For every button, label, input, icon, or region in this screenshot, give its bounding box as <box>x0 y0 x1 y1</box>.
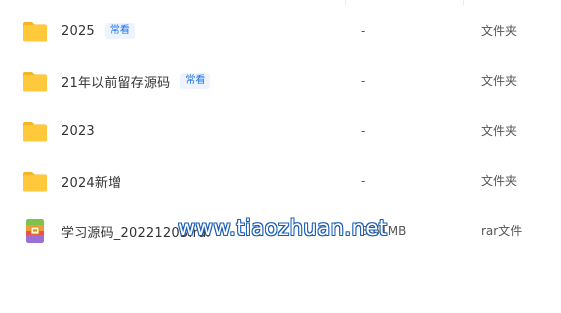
file-name: 2024新增 <box>61 175 122 191</box>
folder-icon <box>23 172 47 192</box>
frequent-badge: 常看 <box>104 23 135 39</box>
frequent-badge: 常看 <box>180 73 211 89</box>
file-type: 文件夹 <box>481 124 518 138</box>
file-size: - <box>361 124 366 138</box>
file-name: 2023 <box>61 123 95 139</box>
site-watermark: www.tiaozhuan.net <box>178 216 388 240</box>
file-name: 2025 <box>61 23 95 39</box>
file-name-cell: 2024新增 <box>61 156 121 206</box>
file-row[interactable]: 2024新增 - 文件夹 <box>0 156 561 206</box>
folder-icon <box>23 22 47 42</box>
file-name: 21年以前留存源码 <box>61 75 171 91</box>
file-name-cell: 21年以前留存源码 常看 <box>61 56 211 106</box>
file-row[interactable]: 2023 - 文件夹 <box>0 106 561 156</box>
file-size: - <box>361 24 366 38</box>
file-type: rar文件 <box>481 224 523 238</box>
file-type: 文件夹 <box>481 24 518 38</box>
rar-archive-icon <box>26 219 44 243</box>
file-row[interactable]: 2025 常看 - 文件夹 <box>0 6 561 56</box>
file-name-cell: 2025 常看 <box>61 6 135 56</box>
folder-icon <box>23 72 47 92</box>
folder-icon <box>23 122 47 142</box>
file-size: - <box>361 174 366 188</box>
file-size: - <box>361 74 366 88</box>
file-type: 文件夹 <box>481 74 518 88</box>
file-row[interactable]: 21年以前留存源码 常看 - 文件夹 <box>0 56 561 106</box>
file-type: 文件夹 <box>481 174 518 188</box>
file-name-cell: 2023 <box>61 106 95 156</box>
